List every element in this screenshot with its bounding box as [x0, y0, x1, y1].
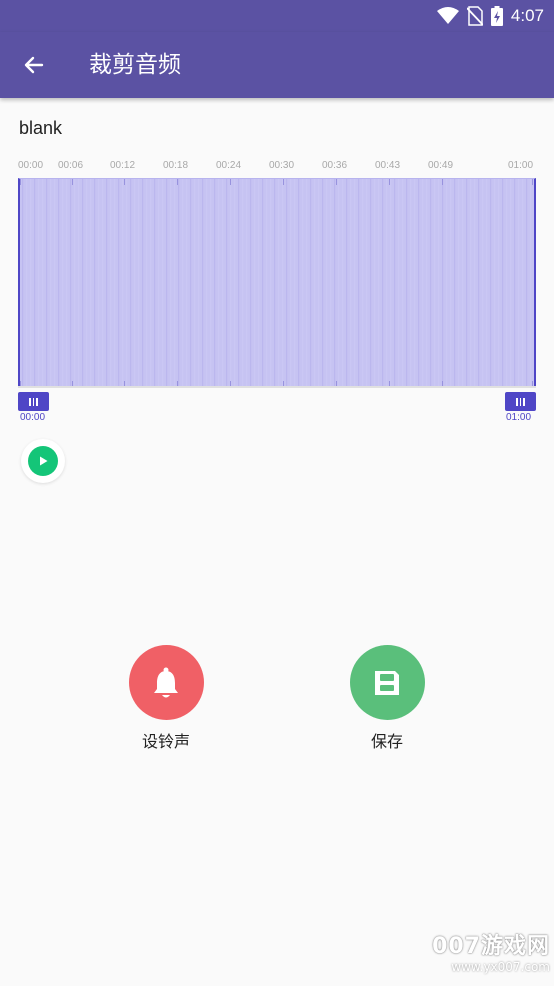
save-circle — [349, 645, 425, 720]
selection-start-time: 00:00 — [20, 412, 46, 423]
time-tick-label: 00:24 — [216, 160, 242, 171]
time-tick-label: 00:30 — [269, 160, 295, 171]
battery-charging-icon — [490, 6, 503, 26]
time-ruler: 00:00 00:06 00:12 00:18 00:24 00:30 00:36 00:43… — [18, 160, 536, 178]
play-icon — [40, 456, 48, 466]
ringtone-label: 设铃声 — [141, 732, 190, 751]
wifi-icon — [436, 7, 459, 24]
bell-icon — [154, 667, 178, 697]
page-title: 裁剪音频 — [89, 52, 181, 78]
file-name: blank — [19, 118, 63, 138]
back-button[interactable] — [16, 49, 52, 81]
time-tick-label: 00:06 — [58, 160, 84, 171]
watermark-url: www.yx007.com — [451, 960, 550, 974]
save-button[interactable]: 保存 — [327, 645, 447, 752]
watermark: 007游戏网 www.yx007.com — [424, 935, 550, 975]
trim-start-handle[interactable] — [18, 392, 49, 411]
time-tick-label: 00:00 — [18, 160, 44, 171]
watermark-logo-text: 007游戏网 — [432, 934, 550, 959]
selection-end-time: 01:00 — [506, 412, 532, 423]
arrow-left-icon — [24, 56, 44, 74]
time-tick-label: 00:49 — [428, 160, 454, 171]
no-sim-icon — [466, 6, 483, 26]
status-icons: 4:07 — [436, 5, 544, 27]
time-tick-label: 00:18 — [163, 160, 189, 171]
time-tick-label: 01:00 — [508, 160, 534, 171]
save-label: 保存 — [370, 732, 403, 751]
waveform[interactable] — [18, 178, 536, 386]
time-tick-label: 00:12 — [110, 160, 136, 171]
play-button[interactable] — [21, 439, 65, 483]
status-bar: 4:07 — [0, 0, 554, 32]
waveform-baseline — [18, 386, 536, 388]
ringtone-circle — [128, 645, 204, 720]
floppy-disk-icon — [375, 670, 399, 695]
time-tick-label: 00:43 — [375, 160, 401, 171]
app-bar: 裁剪音频 — [0, 32, 554, 98]
waveform-bars — [20, 179, 533, 386]
time-tick-label: 00:36 — [322, 160, 348, 171]
set-ringtone-button[interactable]: 设铃声 — [106, 645, 226, 752]
status-time: 4:07 — [510, 6, 544, 25]
play-circle — [28, 446, 58, 476]
trim-end-handle[interactable] — [505, 392, 536, 411]
